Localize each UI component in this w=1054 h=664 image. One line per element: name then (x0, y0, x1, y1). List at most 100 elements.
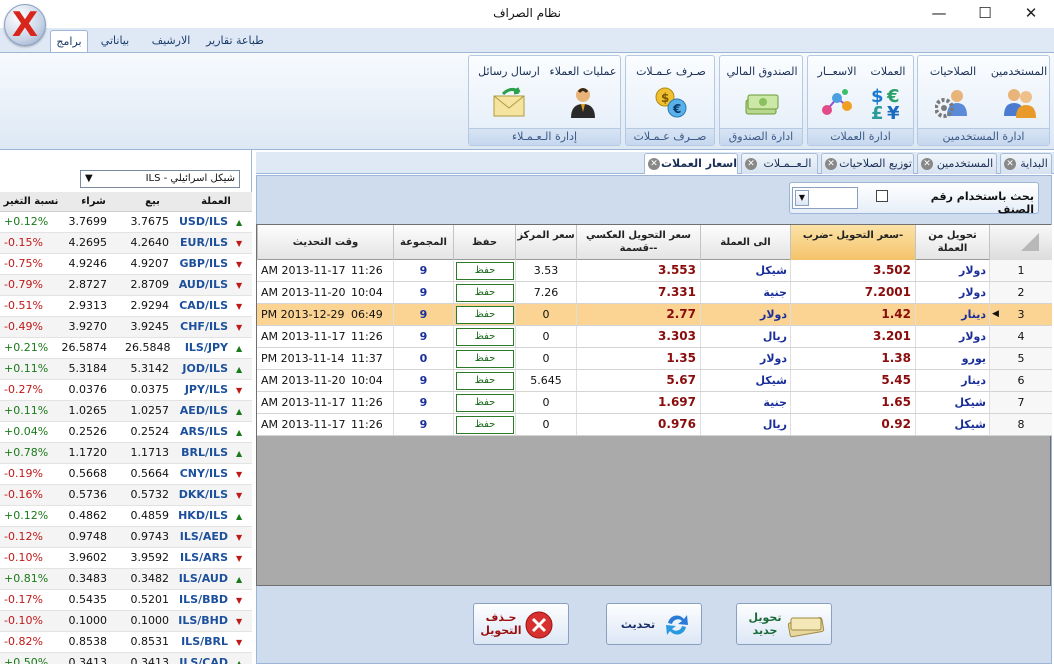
updated-time[interactable]: 10:04 AM 2013-11-20 (257, 282, 393, 303)
inverse-rate[interactable]: 1.697 (576, 392, 700, 413)
group-number[interactable]: 0 (393, 348, 453, 369)
row-number[interactable]: 2 (989, 282, 1052, 303)
to-currency[interactable]: دولار (700, 304, 790, 325)
rate-row[interactable]: ▼ JPY/ILS 0.0375 0.0376 -0.27% (0, 380, 252, 401)
col-updated-time[interactable]: وقت التحديث (257, 225, 393, 260)
updated-time[interactable]: 11:37 PM 2013-11-14 (257, 348, 393, 369)
center-rate[interactable]: 3.53 (515, 260, 576, 281)
col-inverse-rate[interactable]: سعر التحويل العكسي -قسمة- (576, 225, 700, 260)
save-row-button[interactable]: حفظ (456, 394, 514, 412)
updated-time[interactable]: 10:04 AM 2013-11-20 (257, 370, 393, 391)
center-rate[interactable]: 0 (515, 326, 576, 347)
col-conversion-rate[interactable]: سعر التحويل -ضرب- (790, 225, 915, 260)
rate-row[interactable]: ▲ ILS/JPY 26.5848 26.5874 +0.21% (0, 338, 252, 359)
to-currency[interactable]: دولار (700, 348, 790, 369)
from-currency[interactable]: دولار (915, 260, 989, 281)
conversion-row[interactable]: ◀ 3 دينار 1.42 دولار 2.77 0 حفظ 9 06:49 PM 2013-12… (257, 304, 1052, 326)
chevron-down-icon[interactable]: ▼ (795, 190, 809, 206)
grid-corner[interactable] (989, 225, 1052, 260)
conversion-row[interactable]: 7 شيكل 1.65 جنية 1.697 0 حفظ 9 11:26 AM 2013-11-1… (257, 392, 1052, 414)
cashbox-button[interactable]: الصندوق المالي (722, 64, 802, 126)
close-button[interactable]: ✕ (1008, 0, 1054, 28)
currencies-button[interactable]: العملات $ € £ ¥ (864, 64, 912, 126)
prices-button[interactable]: الاسعــار (812, 64, 862, 126)
rate-row[interactable]: ▲ BRL/ILS 1.1713 1.1720 +0.78% (0, 443, 252, 464)
group-number[interactable]: 9 (393, 260, 453, 281)
conversion-rate[interactable]: 1.42 (790, 304, 915, 325)
tab-permissions-distribution[interactable]: ✕ توزيع الصلاحيات (821, 153, 914, 174)
rate-row[interactable]: ▲ ILS/AUD 0.3482 0.3483 +0.81% (0, 569, 252, 590)
updated-time[interactable]: 11:26 AM 2013-11-17 (257, 392, 393, 413)
to-currency[interactable]: شيكل (700, 260, 790, 281)
inverse-rate[interactable]: 0.976 (576, 414, 700, 435)
inverse-rate[interactable]: 7.331 (576, 282, 700, 303)
ribbon-tab-print-reports[interactable]: طباعة تقارير (203, 30, 267, 52)
center-rate[interactable]: 0 (515, 304, 576, 325)
permissions-button[interactable]: الصلاحيات (922, 64, 984, 126)
rate-row[interactable]: ▼ AUD/ILS 2.8709 2.8727 -0.79% (0, 275, 252, 296)
tab-currencies[interactable]: ✕ الـعــمـلات (741, 153, 818, 174)
conversion-row[interactable]: 8 شيكل 0.92 ريال 0.976 0 حفظ 9 11:26 AM 2013-11-1… (257, 414, 1052, 436)
row-number[interactable]: 6 (989, 370, 1052, 391)
rate-row[interactable]: ▼ DKK/ILS 0.5732 0.5736 -0.16% (0, 485, 252, 506)
app-logo[interactable]: X (4, 4, 46, 46)
updated-time[interactable]: 11:26 AM 2013-11-17 (257, 414, 393, 435)
rate-row[interactable]: ▼ ILS/ARS 3.9592 3.9602 -0.10% (0, 548, 252, 569)
inverse-rate[interactable]: 1.35 (576, 348, 700, 369)
save-row-button[interactable]: حفظ (456, 372, 514, 390)
conversion-rate[interactable]: 7.2001 (790, 282, 915, 303)
save-row-button[interactable]: حفظ (456, 350, 514, 368)
updated-time[interactable]: 06:49 PM 2013-12-29 (257, 304, 393, 325)
conversion-rate[interactable]: 1.65 (790, 392, 915, 413)
conversion-rate[interactable]: 5.45 (790, 370, 915, 391)
tab-start[interactable]: ✕ البداية (1000, 153, 1052, 174)
close-tab-icon[interactable]: ✕ (825, 158, 837, 170)
updated-time[interactable]: 11:26 AM 2013-11-17 (257, 260, 393, 281)
rate-row[interactable]: ▼ ILS/BHD 0.1000 0.1000 -0.10% (0, 611, 252, 632)
inverse-rate[interactable]: 5.67 (576, 370, 700, 391)
send-messages-button[interactable]: ارسال رسائل (473, 64, 545, 126)
row-number[interactable]: 8 (989, 414, 1052, 435)
rate-row[interactable]: ▼ ILS/BRL 0.8531 0.8538 -0.82% (0, 632, 252, 653)
close-tab-icon[interactable]: ✕ (921, 158, 933, 170)
search-input[interactable]: ▼ (792, 187, 858, 209)
inverse-rate[interactable]: 2.77 (576, 304, 700, 325)
conversion-row[interactable]: 4 دولار 3.201 ريال 3.303 0 حفظ 9 11:26 AM 2013-11… (257, 326, 1052, 348)
group-number[interactable]: 9 (393, 370, 453, 391)
new-transfer-button[interactable]: تحويل جديد (736, 603, 832, 645)
delete-transfer-button[interactable]: حـذف التحويل (473, 603, 569, 645)
to-currency[interactable]: جنية (700, 392, 790, 413)
close-tab-icon[interactable]: ✕ (1004, 158, 1016, 170)
inverse-rate[interactable]: 3.303 (576, 326, 700, 347)
rate-row[interactable]: ▼ EUR/ILS 4.2640 4.2695 -0.15% (0, 233, 252, 254)
row-number[interactable]: 4 (989, 326, 1052, 347)
from-currency[interactable]: دينار (915, 304, 989, 325)
to-currency[interactable]: شيكل (700, 370, 790, 391)
save-row-button[interactable]: حفظ (456, 306, 514, 324)
group-number[interactable]: 9 (393, 304, 453, 325)
from-currency[interactable]: دولار (915, 282, 989, 303)
save-row-button[interactable]: حفظ (456, 416, 514, 434)
from-currency[interactable]: دولار (915, 326, 989, 347)
conversion-row[interactable]: 5 يورو 1.38 دولار 1.35 0 حفظ 0 11:37 PM 2013-11-1… (257, 348, 1052, 370)
inverse-rate[interactable]: 3.553 (576, 260, 700, 281)
save-row-button[interactable]: حفظ (456, 284, 514, 302)
group-number[interactable]: 9 (393, 326, 453, 347)
rate-row[interactable]: ▼ CAD/ILS 2.9294 2.9313 -0.51% (0, 296, 252, 317)
conversion-rate[interactable]: 0.92 (790, 414, 915, 435)
to-currency[interactable]: ريال (700, 414, 790, 435)
save-row-button[interactable]: حفظ (456, 328, 514, 346)
row-number[interactable]: 7 (989, 392, 1052, 413)
row-number[interactable]: ◀ 3 (989, 304, 1052, 325)
updated-time[interactable]: 11:26 AM 2013-11-17 (257, 326, 393, 347)
col-center-rate[interactable]: سعر المركز (515, 225, 576, 260)
currency-select[interactable]: ▼ ILS - شيكل اسرائيلي (80, 170, 240, 188)
col-save[interactable]: حفظ (453, 225, 515, 260)
conversion-rate[interactable]: 3.502 (790, 260, 915, 281)
from-currency[interactable]: شيكل (915, 392, 989, 413)
save-row-button[interactable]: حفظ (456, 262, 514, 280)
from-currency[interactable]: دينار (915, 370, 989, 391)
center-rate[interactable]: 5.645 (515, 370, 576, 391)
rate-row[interactable]: ▼ GBP/ILS 4.9207 4.9246 -0.75% (0, 254, 252, 275)
ribbon-tab-programs[interactable]: برامج (50, 30, 88, 52)
